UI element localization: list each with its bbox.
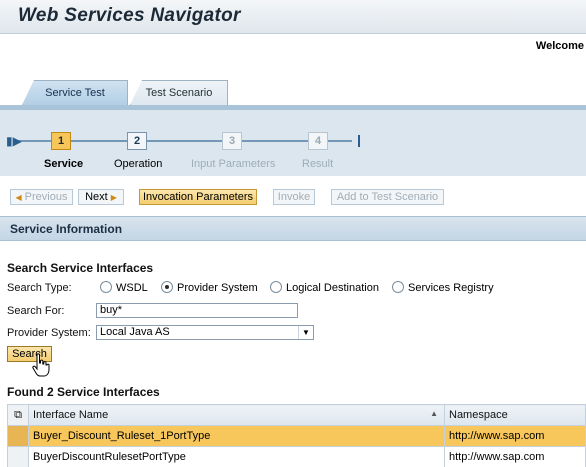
radio-services-registry[interactable]: Services Registry — [392, 281, 494, 295]
column-header-interface-name[interactable]: Interface Name ▲ — [28, 404, 445, 426]
column-header-namespace[interactable]: Namespace — [444, 404, 586, 426]
roadmap-step-3: 3 — [222, 132, 242, 150]
namespace-cell[interactable]: http://www.sap.com — [444, 446, 586, 467]
roadmap: ▮▶ 1 Service 2 Operation 3 Input Paramet… — [0, 105, 586, 176]
tab-test-scenario[interactable]: Test Scenario — [130, 80, 228, 105]
roadmap-end-icon — [349, 135, 360, 147]
search-for-label: Search For: — [7, 305, 65, 317]
app-title: Web Services Navigator — [18, 5, 241, 26]
invoke-button[interactable]: Invoke — [273, 189, 315, 205]
interface-name-cell[interactable]: BuyerDiscountRulesetPortType — [28, 446, 445, 467]
column-label-interface-name: Interface Name — [33, 409, 109, 421]
roadmap-step-4: 4 — [308, 132, 328, 150]
radio-logical-destination[interactable]: Logical Destination — [270, 281, 379, 295]
section-header: Service Information — [0, 216, 586, 241]
provider-system-label: Provider System: — [7, 327, 91, 339]
welcome-text: Welcome — [535, 40, 584, 52]
interface-name-cell[interactable]: Buyer_Discount_Ruleset_1PortType — [28, 425, 445, 447]
search-for-input[interactable]: buy* — [96, 303, 298, 318]
tab-service-test[interactable]: Service Test — [22, 80, 128, 105]
roadmap-start-icon: ▮▶ — [6, 134, 22, 148]
hand-cursor-icon — [32, 353, 50, 377]
app-header: Web Services Navigator — [0, 0, 586, 34]
radio-wsdl[interactable]: WSDL — [100, 281, 148, 295]
row-selector[interactable] — [7, 446, 29, 467]
sort-ascending-icon[interactable]: ▲ — [430, 409, 438, 418]
table-header-row: ⧉ Interface Name ▲ Namespace — [7, 404, 586, 426]
select-all-icon[interactable]: ⧉ — [7, 404, 29, 426]
invocation-parameters-button[interactable]: Invocation Parameters — [139, 189, 257, 205]
radio-provider-system-label: Provider System — [177, 282, 258, 294]
radio-logical-destination-indicator[interactable] — [270, 281, 282, 293]
welcome-bar: Welcome — [0, 34, 586, 60]
results-title: Found 2 Service Interfaces — [7, 385, 160, 399]
provider-system-value: Local Java AS — [100, 326, 170, 338]
table-row[interactable]: Buyer_Discount_Ruleset_1PortType http://… — [7, 425, 586, 447]
radio-services-registry-indicator[interactable] — [392, 281, 404, 293]
tab-strip: Service Test Test Scenario — [0, 60, 586, 105]
radio-services-registry-label: Services Registry — [408, 282, 494, 294]
radio-wsdl-indicator[interactable] — [100, 281, 112, 293]
roadmap-step-label-operation[interactable]: Operation — [114, 158, 162, 170]
results-table: ⧉ Interface Name ▲ Namespace Buyer_Discou… — [7, 404, 586, 467]
provider-system-select[interactable]: Local Java AS ▼ — [96, 325, 314, 340]
section-title: Service Information — [10, 222, 123, 236]
previous-button-label: Previous — [24, 191, 68, 203]
radio-provider-system[interactable]: Provider System — [161, 281, 258, 295]
search-group-title: Search Service Interfaces — [7, 261, 154, 275]
next-button[interactable]: Next — [78, 189, 124, 205]
namespace-cell[interactable]: http://www.sap.com — [444, 425, 586, 447]
radio-logical-destination-label: Logical Destination — [286, 282, 379, 294]
radio-wsdl-label: WSDL — [116, 282, 148, 294]
row-selector[interactable] — [7, 425, 29, 447]
roadmap-step-1[interactable]: 1 — [51, 132, 71, 150]
next-arrow-icon: Next — [85, 191, 117, 203]
roadmap-step-label-service[interactable]: Service — [44, 158, 83, 170]
roadmap-step-label-input-parameters: Input Parameters — [191, 158, 276, 170]
add-to-test-scenario-button[interactable]: Add to Test Scenario — [331, 189, 444, 205]
table-row[interactable]: BuyerDiscountRulesetPortType http://www.… — [7, 446, 586, 467]
search-type-label: Search Type: — [7, 282, 72, 294]
roadmap-step-label-result: Result — [302, 158, 334, 170]
toolbar: Previous Next Invocation Parameters Invo… — [0, 176, 586, 216]
previous-arrow-icon — [16, 191, 25, 203]
chevron-down-icon[interactable]: ▼ — [298, 326, 313, 339]
roadmap-step-2[interactable]: 2 — [127, 132, 147, 150]
radio-provider-system-indicator[interactable] — [161, 281, 173, 293]
previous-button[interactable]: Previous — [10, 189, 73, 205]
